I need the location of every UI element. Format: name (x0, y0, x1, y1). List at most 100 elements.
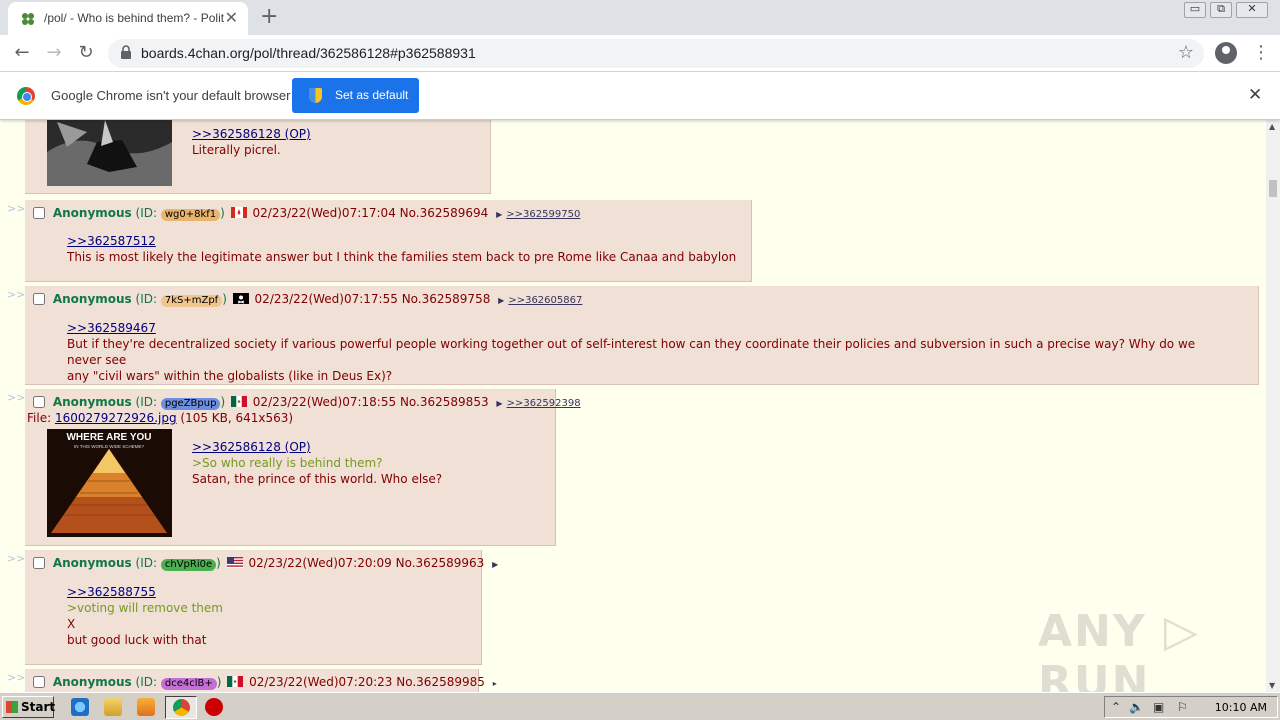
post-menu-icon[interactable]: ▶ (498, 296, 504, 305)
set-as-default-button[interactable]: Set as default (292, 78, 419, 113)
quote-link[interactable]: >>362588755 (67, 584, 223, 600)
scroll-up-icon[interactable]: ▲ (1269, 122, 1275, 131)
post-menu-icon[interactable]: ▶ (492, 560, 498, 569)
canada-flag-icon (230, 207, 247, 218)
poster-id-badge[interactable]: dce4clB+ (160, 678, 217, 690)
poster-name: Anonymous (52, 675, 132, 689)
post-text: Literally picrel. (192, 143, 281, 157)
post-text: but good luck with that (67, 633, 207, 647)
post-number[interactable]: No.362589853 (400, 395, 489, 409)
forward-icon[interactable]: → (42, 42, 66, 63)
poster-name: Anonymous (52, 395, 132, 409)
scrollbar-thumb[interactable] (1269, 180, 1277, 197)
start-button[interactable]: Start (2, 696, 55, 718)
backlink[interactable]: >>362605867 (508, 295, 582, 306)
minimize-button[interactable]: ▭ (1184, 2, 1206, 18)
post-datetime: 02/23/22(Wed)07:17:04 (252, 206, 396, 220)
greentext: >So who really is behind them? (192, 456, 383, 470)
post-menu-icon[interactable]: ▸ (493, 679, 497, 688)
reload-icon[interactable]: ↻ (74, 42, 98, 63)
post-checkbox[interactable] (33, 676, 45, 688)
tab-title: /pol/ - Who is behind them? - Politica (44, 11, 224, 25)
shield-icon (309, 88, 322, 103)
mexico-flag-icon (227, 676, 244, 687)
volume-icon[interactable]: 🔈 (1129, 700, 1144, 714)
post-menu-icon[interactable]: ▶ (496, 399, 502, 408)
browser-toolbar: ← → ↻ boards.4chan.org/pol/thread/362586… (0, 35, 1280, 72)
new-tab-button[interactable]: + (260, 5, 278, 29)
backlink[interactable]: >>362592398 (507, 398, 581, 409)
profile-avatar-icon[interactable] (1215, 42, 1237, 64)
windows-logo-icon (6, 701, 18, 713)
internet-explorer-icon[interactable] (71, 698, 89, 716)
chrome-logo-icon (17, 87, 35, 105)
mexico-flag-icon (230, 396, 247, 407)
poster-id-badge[interactable]: 7kS+mZpf (160, 295, 223, 307)
poster-name: Anonymous (52, 292, 132, 306)
post-number[interactable]: No.362589758 (402, 292, 491, 306)
side-arrows: >> (7, 391, 26, 404)
address-bar[interactable]: boards.4chan.org/pol/thread/362586128#p3… (108, 39, 1204, 68)
lock-icon (121, 45, 131, 59)
post-number[interactable]: No.362589694 (400, 206, 489, 220)
url-text: boards.4chan.org/pol/thread/362586128#p3… (141, 45, 476, 61)
post-checkbox[interactable] (33, 557, 45, 569)
post-checkbox[interactable] (33, 293, 45, 305)
window-close-button[interactable]: ✕ (1236, 2, 1268, 18)
file-name-link[interactable]: 1600279272926.jpg (55, 411, 177, 425)
tray-expand-icon[interactable]: ⌃ (1111, 700, 1121, 714)
svg-text:IN THIS WORLD WIDE SCHEME?: IN THIS WORLD WIDE SCHEME? (74, 444, 144, 449)
system-tray: ⌃ 🔈 ▣ ⚐ 10:10 AM (1104, 696, 1278, 718)
poster-name: Anonymous (52, 206, 132, 220)
usa-flag-icon (226, 557, 243, 568)
media-player-icon[interactable] (137, 698, 155, 716)
poster-id-badge[interactable]: chVpRi0e (160, 559, 217, 571)
maximize-button[interactable]: ⧉ (1210, 2, 1232, 18)
back-icon[interactable]: ← (10, 42, 34, 63)
pyramid-thumbnail[interactable]: WHERE ARE YOU IN THIS WORLD WIDE SCHEME? (47, 429, 172, 537)
side-arrows: >> (7, 202, 26, 215)
post-number[interactable]: No.362589985 (396, 675, 485, 689)
quote-link[interactable]: >>362586128 (OP) (192, 439, 442, 455)
backlink[interactable]: >>362599750 (506, 209, 580, 220)
infobar-close-icon[interactable]: ✕ (1248, 85, 1262, 105)
chrome-menu-icon[interactable]: ⋮ (1252, 42, 1270, 63)
poster-name: Anonymous (52, 556, 132, 570)
poster-id-badge[interactable]: wg0+8kf1 (160, 209, 221, 221)
reply-post: Anonymous (ID: wg0+8kf1) 02/23/22(Wed)07… (25, 200, 752, 282)
action-center-flag-icon[interactable]: ⚐ (1177, 700, 1188, 714)
file-explorer-icon[interactable] (104, 698, 122, 716)
quote-link[interactable]: >>362586128 (OP) (192, 126, 311, 142)
tab-close-icon[interactable]: ✕ (225, 9, 238, 27)
post-checkbox[interactable] (33, 396, 45, 408)
post-text: Satan, the prince of this world. Who els… (192, 472, 443, 486)
file-info: File: 1600279272926.jpg (105 KB, 641x563… (27, 411, 294, 425)
windows-taskbar: Start ⌃ 🔈 ▣ ⚐ 10:10 AM (0, 692, 1280, 720)
poster-id-badge[interactable]: pgeZBpup (160, 398, 221, 410)
quote-link[interactable]: >>362589467 (67, 320, 1217, 336)
post-menu-icon[interactable]: ▶ (496, 210, 502, 219)
post-thumbnail[interactable] (47, 120, 172, 186)
post-number[interactable]: No.362589963 (396, 556, 485, 570)
greentext: >voting will remove them (67, 601, 223, 615)
taskbar-clock[interactable]: 10:10 AM (1215, 701, 1267, 714)
taskbar-chrome-button[interactable] (165, 696, 197, 719)
reply-post: >>362586128 (OP) Literally picrel. (25, 120, 491, 194)
post-text: any "civil wars" within the globalists (… (67, 369, 393, 383)
post-checkbox[interactable] (33, 207, 45, 219)
reply-post: Anonymous (ID: dce4clB+) 02/23/22(Wed)07… (25, 669, 497, 692)
quote-link[interactable]: >>362587512 (67, 233, 736, 249)
post-text: But if they're decentralized society if … (67, 337, 1196, 367)
tab-strip: /pol/ - Who is behind them? - Politica ✕… (0, 0, 1280, 35)
pirate-flag-icon (232, 293, 249, 304)
reply-post: Anonymous (ID: pgeZBpup) 02/23/22(Wed)07… (25, 389, 581, 546)
network-icon[interactable]: ▣ (1153, 700, 1164, 714)
clover-icon (22, 13, 34, 25)
post-text: This is most likely the legitimate answe… (67, 250, 737, 264)
bookmark-star-icon[interactable]: ☆ (1178, 42, 1194, 63)
chrome-icon (173, 699, 190, 716)
post-text: X (67, 617, 76, 631)
browser-tab[interactable]: /pol/ - Who is behind them? - Politica ✕ (8, 2, 248, 35)
post-datetime: 02/23/22(Wed)07:18:55 (252, 395, 397, 409)
stop-sign-icon[interactable] (205, 698, 223, 716)
